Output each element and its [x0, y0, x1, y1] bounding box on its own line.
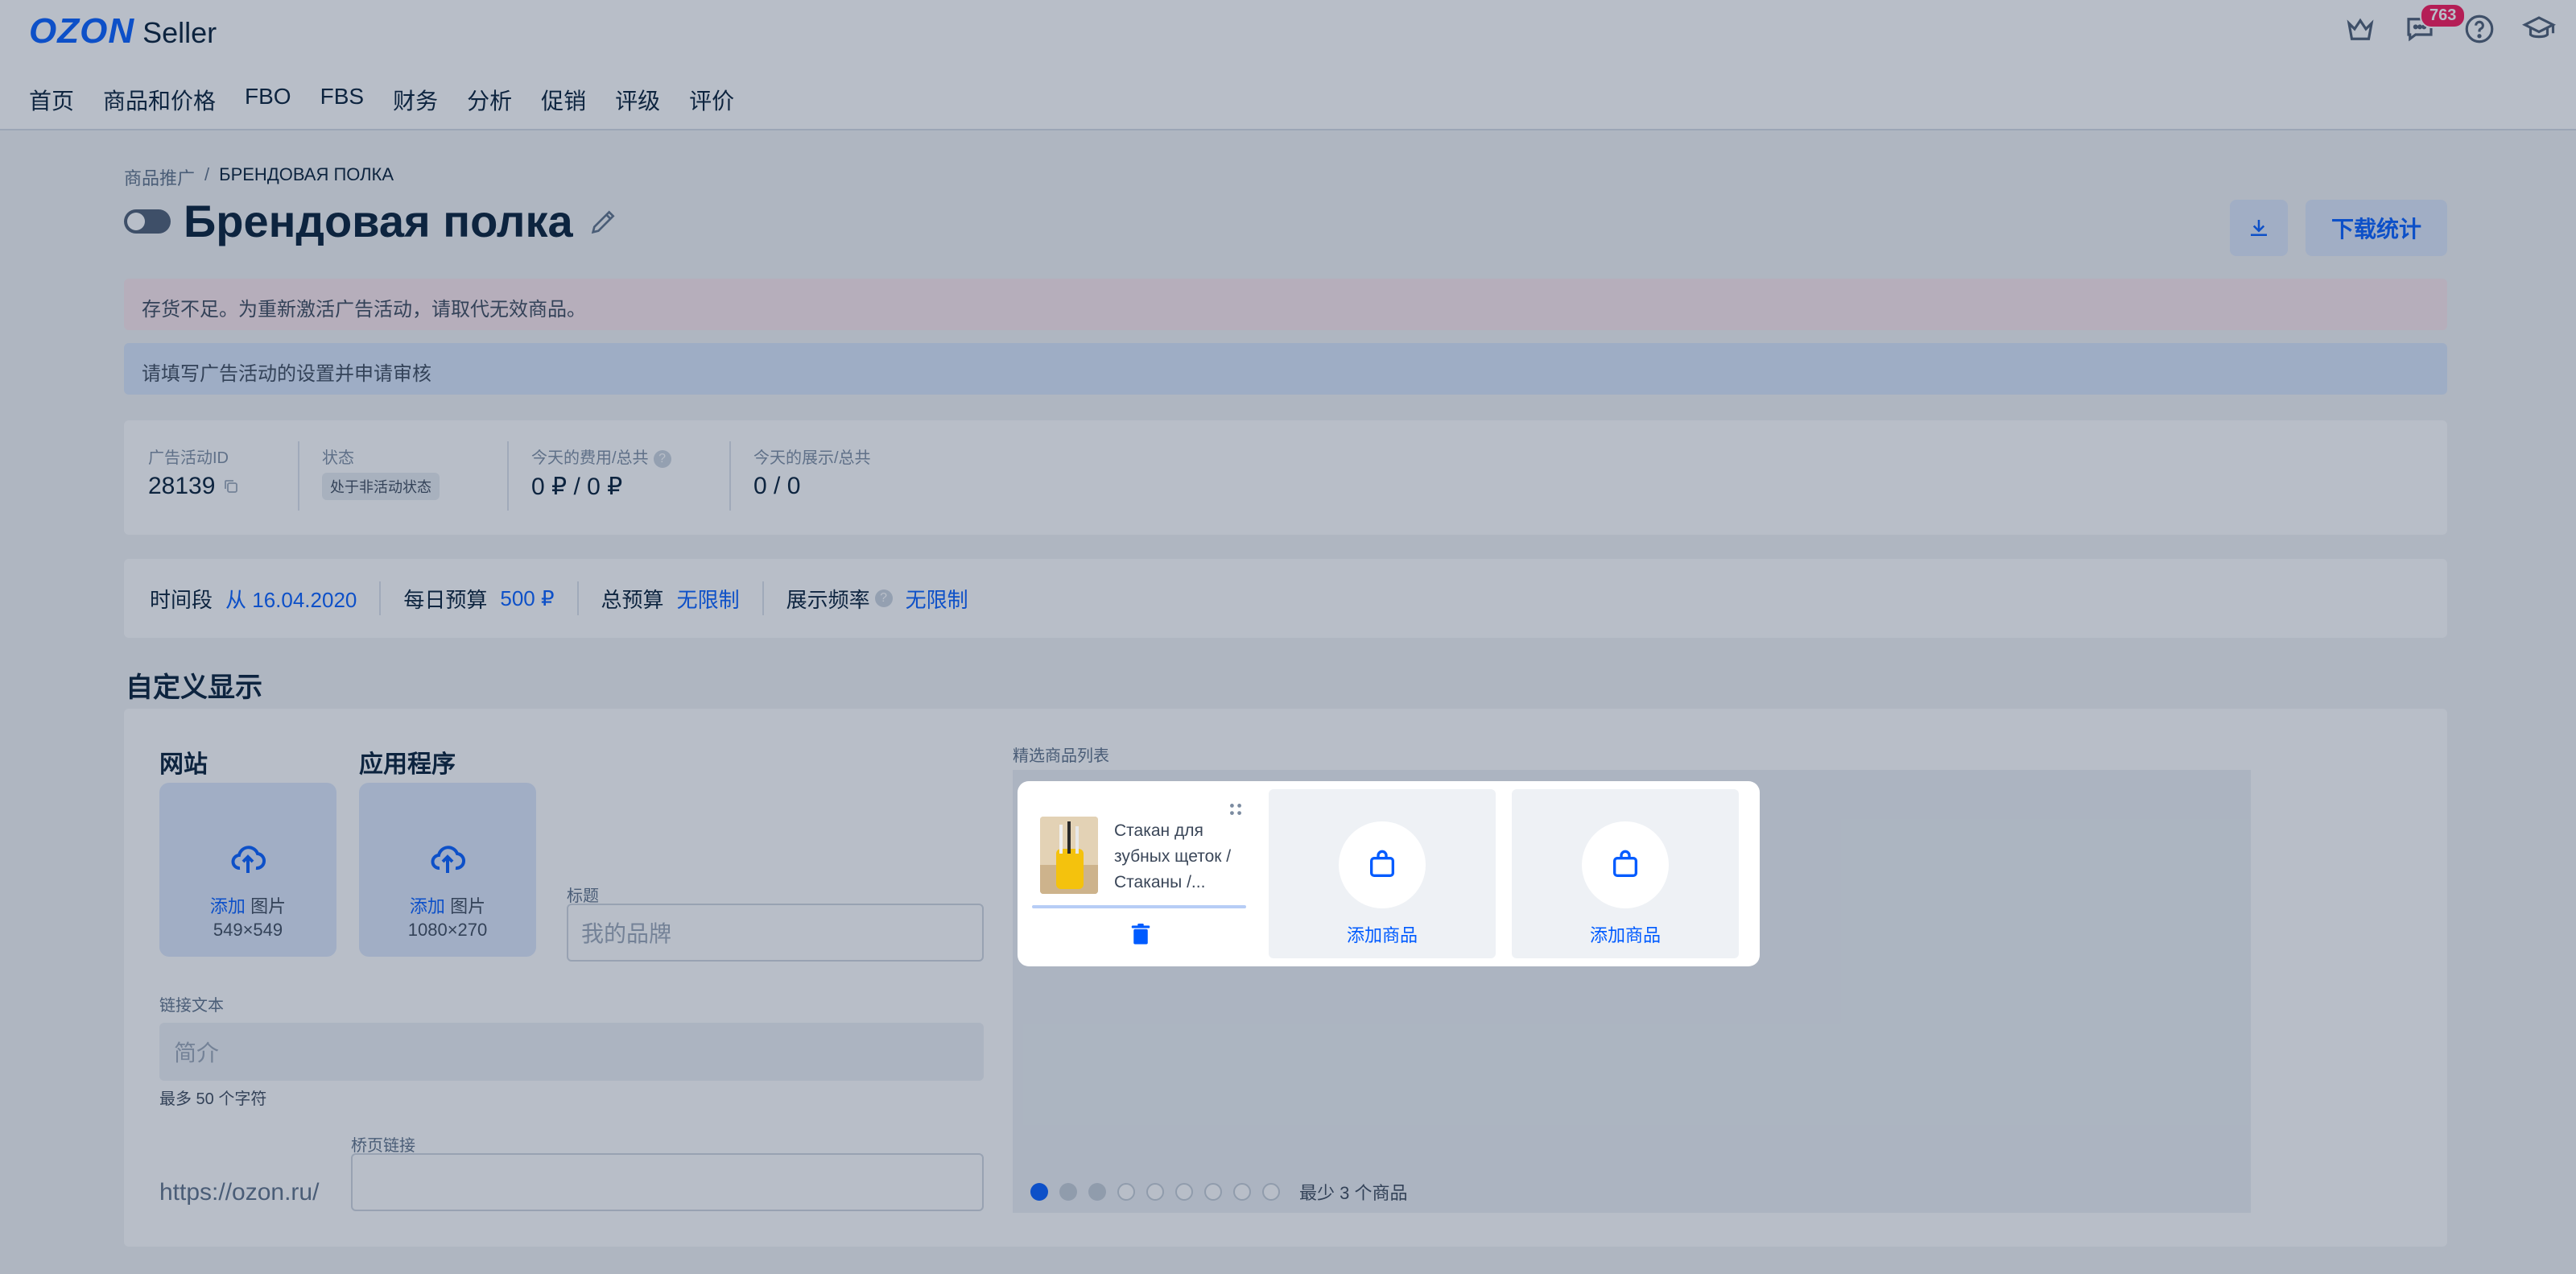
trash-icon[interactable]	[1129, 921, 1153, 947]
add-product-link[interactable]: 添加商品	[1347, 921, 1418, 947]
add-product-link[interactable]: 添加商品	[1590, 921, 1661, 947]
add-product-circle[interactable]	[1582, 821, 1669, 908]
empty-product-slot[interactable]: 添加商品	[1269, 789, 1496, 958]
product-slot[interactable]: Стакан для зубных щеток / Стаканы /...	[1026, 789, 1253, 958]
dim-overlay	[0, 0, 2576, 1274]
highlighted-product-slots: Стакан для зубных щеток / Стаканы /... 添…	[1018, 781, 1760, 966]
empty-product-slot[interactable]: 添加商品	[1512, 789, 1739, 958]
slot-divider	[1032, 905, 1246, 908]
shopping-bag-icon	[1370, 850, 1394, 877]
shopping-bag-icon	[1613, 850, 1637, 877]
product-image	[1040, 817, 1098, 894]
product-name: Стакан для зубных щеток / Стаканы /...	[1114, 821, 1232, 891]
drag-handle-icon[interactable]	[1227, 800, 1245, 818]
add-product-circle[interactable]	[1339, 821, 1426, 908]
